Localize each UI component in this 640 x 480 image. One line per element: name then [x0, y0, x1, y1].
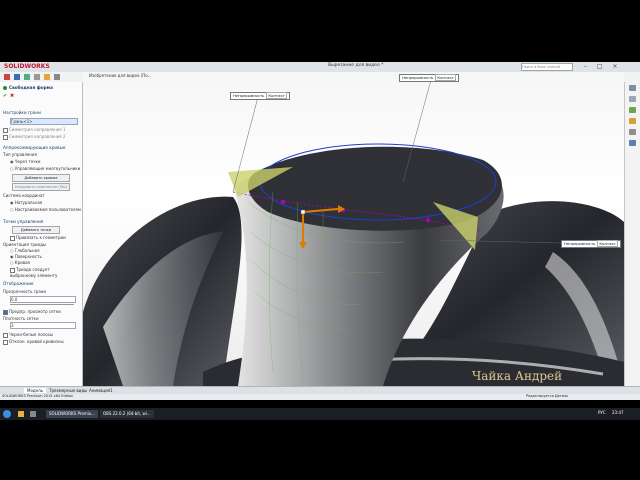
- rebuild-icon[interactable]: [44, 74, 50, 80]
- follow-selection-check[interactable]: Триада следует выбранному элементу: [10, 267, 74, 278]
- search-input[interactable]: Поиск в базе знаний: [521, 63, 573, 71]
- radio-through-points[interactable]: ◉ Через точки: [10, 159, 41, 164]
- graphics-viewport[interactable]: Изобретение для видео (По... Непрерывнос…: [83, 72, 624, 386]
- panel-title: Свободная форма: [9, 85, 53, 90]
- model-canvas[interactable]: [83, 72, 624, 386]
- start-icon[interactable]: [3, 410, 11, 418]
- transparency-input[interactable]: 0.0: [10, 296, 76, 303]
- save-icon[interactable]: [24, 74, 30, 80]
- symmetry-dir1-check[interactable]: Симметрия направления 1: [3, 127, 66, 133]
- tab-model[interactable]: Модель: [24, 388, 47, 393]
- curvature-comb-check[interactable]: Отклон. кривой кривизны: [3, 339, 64, 345]
- taskbar-solidworks[interactable]: SOLIDWORKS Premiu...: [46, 410, 99, 418]
- resources-icon[interactable]: [629, 85, 636, 91]
- custom-properties-icon[interactable]: [629, 140, 636, 146]
- control-point: [426, 218, 430, 222]
- ok-icon[interactable]: ✔: [3, 93, 7, 99]
- snap-to-geometry-check[interactable]: Привязать к геометрии: [10, 235, 66, 241]
- reverse-button[interactable]: Направить изменение (Tab): [12, 183, 70, 191]
- solidworks-logo[interactable]: SOLIDWORKS: [4, 63, 50, 70]
- add-points-button[interactable]: Добавить точки: [12, 226, 60, 234]
- radio-global[interactable]: ○ Глобальная: [10, 248, 40, 253]
- new-icon[interactable]: [4, 74, 10, 80]
- continuity-callout-3[interactable]: Непрерывность Контакт: [561, 240, 621, 248]
- options-icon[interactable]: [54, 74, 60, 80]
- app-pin-icon[interactable]: [30, 411, 36, 417]
- mesh-density-label: Плотность сетки: [3, 316, 39, 321]
- zebra-stripes-check[interactable]: Черно-белые полосы: [3, 332, 53, 338]
- radio-natural[interactable]: ◉ Натуральная: [10, 200, 42, 205]
- window-controls[interactable]: – □ ×: [584, 63, 622, 70]
- clock[interactable]: 23:47: [612, 410, 624, 415]
- print-icon[interactable]: [34, 74, 40, 80]
- tab-animation[interactable]: Анимация1: [86, 388, 116, 393]
- status-bar: SOLIDWORKS Premium 2015 x64 Edition Реда…: [0, 394, 640, 400]
- continuity-callout-1[interactable]: Непрерывность Контакт: [230, 92, 290, 100]
- symmetry-dir2-check[interactable]: Симметрия направления 2: [3, 134, 66, 140]
- radio-control-polygon[interactable]: ○ Управляющие многоугольники: [10, 166, 80, 171]
- author-watermark: Чайка Андрей: [472, 369, 563, 383]
- appearances-icon[interactable]: [629, 129, 636, 135]
- transparency-label: Прозрачность грани: [3, 289, 47, 294]
- transparency-slider[interactable]: [10, 304, 74, 305]
- explorer-icon[interactable]: [18, 411, 24, 417]
- continuity-callout-2[interactable]: Непрерывность Контакт: [399, 74, 459, 82]
- face-selection-box[interactable]: Грань<1>: [10, 118, 78, 125]
- section-curves[interactable]: Аппроксимирующие кривые: [3, 145, 66, 150]
- radio-surface[interactable]: ◉ Поверхность: [10, 254, 42, 259]
- file-explorer-icon[interactable]: [629, 107, 636, 113]
- radio-curve[interactable]: ○ Кривая: [10, 260, 30, 265]
- tab-3d-views[interactable]: Трехмерные виды: [46, 388, 90, 393]
- language-indicator[interactable]: РУС: [598, 410, 606, 415]
- taskbar-obs[interactable]: OBS 22.0.2 (64-bit, wi...: [100, 410, 154, 418]
- os-taskbar: SOLIDWORKS Premiu... OBS 22.0.2 (64-bit,…: [0, 408, 640, 420]
- section-control-points[interactable]: Точки управления: [3, 219, 43, 224]
- design-library-icon[interactable]: [629, 96, 636, 102]
- cancel-icon[interactable]: ✖: [10, 93, 14, 99]
- document-title: Вырезание для видео *: [328, 63, 384, 68]
- task-pane-strip: [624, 82, 640, 386]
- view-palette-icon[interactable]: [629, 118, 636, 124]
- triad-orientation-label: Ориентация триады: [3, 242, 46, 247]
- freeform-icon: [3, 86, 7, 90]
- coord-system-label: Система координат: [3, 193, 45, 198]
- property-manager: Свободная форма ✔ ✖ Настройки грани Гран…: [0, 82, 83, 386]
- status-version: SOLIDWORKS Premium 2015 x64 Edition: [2, 394, 74, 398]
- status-mode: Редактируется Деталь: [526, 394, 569, 398]
- add-curves-button[interactable]: Добавить кривые: [12, 174, 70, 182]
- section-face-settings[interactable]: Настройки грани: [3, 110, 41, 115]
- radio-user-defined[interactable]: ○ Настраиваемая пользователем: [10, 207, 81, 212]
- control-point: [281, 200, 285, 204]
- control-type-label: Тип управления: [3, 152, 37, 157]
- section-display[interactable]: Отображение: [3, 281, 34, 286]
- mesh-preview-check[interactable]: Предпр. просмотр сетки: [3, 309, 61, 315]
- mesh-density-input[interactable]: 3: [10, 322, 76, 329]
- open-icon[interactable]: [14, 74, 20, 80]
